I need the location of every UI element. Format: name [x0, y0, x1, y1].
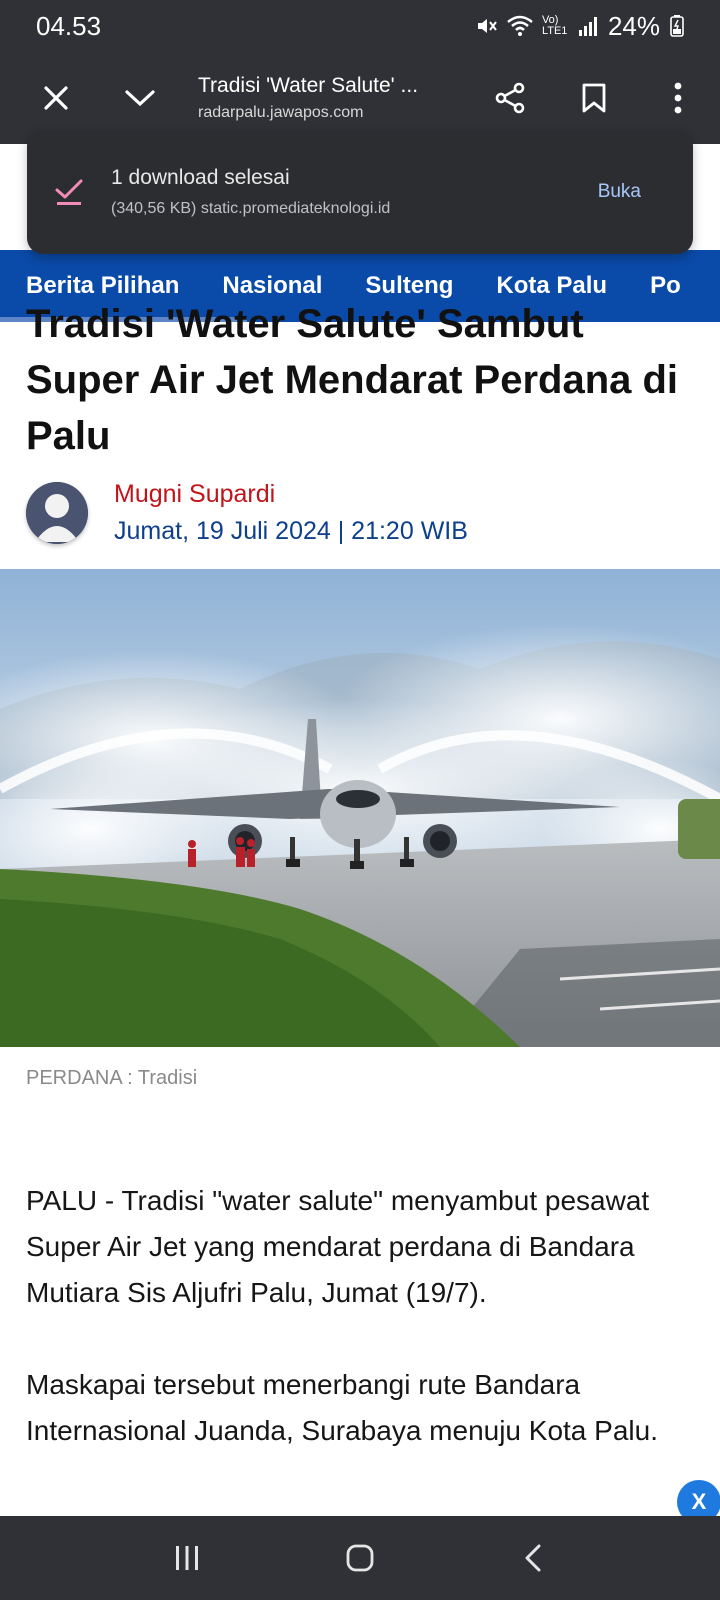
page-title-area[interactable]: Tradisi 'Water Salute' ... radarpalu.jaw… — [168, 74, 468, 122]
system-nav-bar — [0, 1516, 720, 1600]
close-icon — [44, 86, 68, 110]
snackbar-icon-wrap — [27, 177, 111, 207]
article-body: PALU - Tradisi "water salute" menyambut … — [26, 1178, 698, 1500]
back-icon — [525, 1544, 541, 1572]
chevron-down-icon — [125, 90, 155, 107]
home-button[interactable] — [320, 1528, 400, 1588]
snackbar-text: 1 download selesai (340,56 KB) static.pr… — [111, 166, 578, 218]
author-meta: Mugni Supardi Jumat, 19 Juli 2024 | 21:2… — [114, 480, 468, 546]
airplane-water-salute-photo — [0, 569, 720, 1047]
battery-icon — [670, 15, 684, 37]
status-icons: Vo) LTE1 — [474, 14, 598, 38]
author-row: Mugni Supardi Jumat, 19 Juli 2024 | 21:2… — [26, 480, 468, 546]
recents-icon — [175, 1546, 198, 1570]
back-button[interactable] — [493, 1528, 573, 1588]
download-done-icon — [55, 179, 83, 205]
home-icon — [346, 1544, 374, 1572]
status-bar: 04.53 Vo) LTE1 24% — [0, 0, 720, 52]
open-download-button[interactable]: Buka — [578, 181, 693, 203]
bookmark-icon — [582, 83, 606, 113]
photo-caption: PERDANA : Tradisi — [26, 1067, 198, 1089]
recents-button[interactable] — [147, 1528, 227, 1588]
battery-percent: 24% — [607, 10, 660, 41]
page-url: radarpalu.jawapos.com — [198, 104, 364, 121]
more-vert-icon — [674, 82, 682, 114]
default-avatar-icon — [26, 482, 88, 544]
network-label: Vo) LTE1 — [541, 14, 568, 37]
article-paragraph: PALU - Tradisi "water salute" menyambut … — [26, 1185, 650, 1308]
status-right: Vo) LTE1 24% — [474, 11, 684, 42]
share-icon — [495, 82, 525, 114]
publish-date: Jumat, 19 Juli 2024 | 21:20 WIB — [114, 517, 468, 545]
snackbar-detail: (340,56 KB) static.promediateknologi.id — [111, 200, 391, 217]
wifi-icon — [507, 15, 533, 36]
status-time: 04.53 — [36, 10, 102, 41]
page-title: Tradisi 'Water Salute' ... — [198, 74, 419, 97]
hero-image — [0, 569, 720, 1047]
article-paragraph: Maskapai tersebut menerbangi rute Bandar… — [26, 1369, 658, 1446]
snackbar-title: 1 download selesai — [111, 166, 290, 189]
signal-icon — [578, 17, 597, 36]
download-snackbar: 1 download selesai (340,56 KB) static.pr… — [27, 130, 693, 254]
mute-icon — [477, 19, 497, 33]
article-title: Tradisi 'Water Salute' Sambut Super Air … — [26, 302, 679, 458]
author-avatar[interactable] — [26, 482, 88, 544]
author-name[interactable]: Mugni Supardi — [114, 480, 468, 509]
